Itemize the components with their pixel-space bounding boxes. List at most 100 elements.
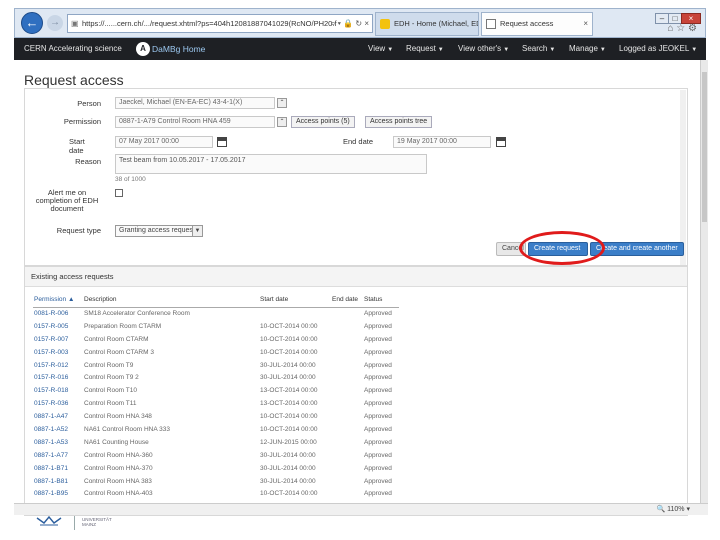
permission-cell[interactable]: 0887-1-A52 xyxy=(33,423,83,436)
existing-requests-header: Existing access requests xyxy=(25,267,687,287)
table-row[interactable]: 0887-1-B71 Control Room HNA-370 30-JUL-201… xyxy=(33,462,399,475)
form-scrollbar[interactable] xyxy=(680,90,686,265)
calendar-icon[interactable] xyxy=(496,137,506,147)
table-row[interactable]: 0157-R-036 Control Room T11 13-OCT-2014 00… xyxy=(33,397,399,410)
description-cell: Control Room T10 xyxy=(84,387,137,395)
nav-view-label: View xyxy=(368,44,386,53)
forward-arrow-icon[interactable]: → xyxy=(47,15,63,31)
nav-search[interactable]: Search ▼ xyxy=(522,44,555,53)
column-header-status[interactable]: Status xyxy=(363,293,399,308)
access-points-button[interactable]: Access points (5) xyxy=(291,116,355,128)
column-header-end-date[interactable]: End date xyxy=(331,293,363,308)
browser-tab-edh-home[interactable]: EDH - Home (Michael, EDKEL) xyxy=(375,12,479,36)
alert-checkbox[interactable] xyxy=(115,189,123,197)
end-date-cell xyxy=(331,320,363,333)
request-type-value: Granting access request xyxy=(119,227,195,234)
settings-gear-icon[interactable]: ⚙ xyxy=(688,23,697,34)
description-cell: Control Room CTARM 3 xyxy=(84,348,154,356)
table-row[interactable]: 0157-R-018 Control Room T10 13-OCT-2014 00… xyxy=(33,384,399,397)
table-row[interactable]: 0081-R-006 SM18 Accelerator Conference Ro… xyxy=(33,307,399,320)
permission-cell[interactable]: 0157-R-036 xyxy=(33,397,83,410)
reason-textarea[interactable]: Test beam from 10.05.2017 - 17.05.2017 xyxy=(115,154,427,174)
permission-cell[interactable]: 0887-1-B95 xyxy=(33,487,83,500)
page-icon: ▣ xyxy=(71,19,79,28)
nav-view[interactable]: View ▼ xyxy=(368,44,393,53)
page-favicon-icon xyxy=(486,19,496,29)
table-row[interactable]: 0887-1-A77 Control Room HNA-360 30-JUL-201… xyxy=(33,449,399,462)
permission-cell[interactable]: 0157-R-007 xyxy=(33,333,83,346)
description-cell: Control Room T9 2 xyxy=(84,374,139,382)
permission-cell[interactable]: 0157-R-018 xyxy=(33,384,83,397)
status-cell: Approved xyxy=(364,438,392,446)
nav-manage[interactable]: Manage ▼ xyxy=(569,44,606,53)
table-row[interactable]: 0157-R-005 Preparation Room CTARM 10-OCT-2… xyxy=(33,320,399,333)
request-type-select[interactable]: Granting access request ▼ xyxy=(115,225,203,237)
chevron-down-icon: ▼ xyxy=(387,47,394,53)
permission-cell[interactable]: 0157-R-012 xyxy=(33,359,83,372)
end-date-cell xyxy=(331,423,363,436)
nav-request[interactable]: Request ▼ xyxy=(406,44,444,53)
description-cell: Preparation Room CTARM xyxy=(84,322,162,330)
home-label: DaMBg Home xyxy=(152,44,206,54)
permission-field[interactable]: 0887-1-A79 Control Room HNA 459 xyxy=(115,116,275,128)
end-date-field[interactable]: 19 May 2017 00:00 xyxy=(393,136,491,148)
table-row[interactable]: 0887-1-B81 Control Room HNA 383 30-JUL-201… xyxy=(33,475,399,488)
browser-tab-request-access[interactable]: Request access × xyxy=(481,12,593,36)
person-lookup-icon[interactable]: ⌃ xyxy=(277,98,287,108)
end-date-cell xyxy=(331,307,363,320)
status-cell: Approved xyxy=(364,425,392,433)
window-controls: – □ × xyxy=(655,8,701,24)
address-bar-icons[interactable]: ⌕ ▾ 🔒 ↻ × xyxy=(331,15,369,32)
person-field[interactable]: Jaeckel, Michael (EN-EA-EC) 43-4-1(X) xyxy=(115,97,275,109)
nav-manage-label: Manage xyxy=(569,44,598,53)
person-label: Person xyxy=(77,99,101,108)
status-cell: Approved xyxy=(364,464,392,472)
permission-cell[interactable]: 0157-R-016 xyxy=(33,371,83,384)
end-date-cell xyxy=(331,475,363,488)
permission-cell[interactable]: 0081-R-006 xyxy=(33,307,83,320)
end-date-cell xyxy=(331,333,363,346)
status-cell: Approved xyxy=(364,490,392,498)
table-row[interactable]: 0887-1-A53 NA61 Counting House 12-JUN-2015… xyxy=(33,436,399,449)
permission-cell[interactable]: 0157-R-003 xyxy=(33,346,83,359)
dambg-home-link[interactable]: A DaMBg Home xyxy=(136,42,205,56)
chevron-down-icon: ▼ xyxy=(192,226,202,236)
page-scrollbar-thumb[interactable] xyxy=(702,72,707,222)
favorites-star-icon[interactable]: ☆ xyxy=(676,23,685,34)
permission-cell[interactable]: 0887-1-A53 xyxy=(33,436,83,449)
page-title: Request access xyxy=(24,72,124,88)
table-row[interactable]: 0157-R-003 Control Room CTARM 3 10-OCT-201… xyxy=(33,346,399,359)
nav-view-others[interactable]: View other's ▼ xyxy=(458,44,509,53)
column-header-permission[interactable]: Permission ▲ xyxy=(33,293,83,308)
permission-cell[interactable]: 0887-1-A47 xyxy=(33,410,83,423)
home-icon[interactable]: ⌂ xyxy=(667,23,673,34)
address-bar[interactable]: ▣ https://......cern.ch/.../request.xhtm… xyxy=(67,14,373,33)
browser-status-bar: 🔍 110% ▾ xyxy=(14,503,708,515)
zoom-level[interactable]: 🔍 110% ▾ xyxy=(656,505,690,513)
column-header-description[interactable]: Description xyxy=(83,293,259,308)
table-row[interactable]: 0157-R-012 Control Room T9 30-JUL-2014 00:… xyxy=(33,359,399,372)
permission-lookup-icon[interactable]: ⌃ xyxy=(277,117,287,127)
nav-logged-user[interactable]: Logged as JEOKEL ▼ xyxy=(619,44,697,53)
start-date-field[interactable]: 07 May 2017 00:00 xyxy=(115,136,213,148)
footer-text-line2: MAINZ xyxy=(82,522,96,527)
table-row[interactable]: 0887-1-A47 Control Room HNA 348 10-OCT-201… xyxy=(33,410,399,423)
table-row[interactable]: 0887-1-B95 Control Room HNA-403 10-OCT-201… xyxy=(33,487,399,500)
page-scrollbar[interactable] xyxy=(700,60,708,504)
permission-cell[interactable]: 0887-1-B81 xyxy=(33,475,83,488)
table-row[interactable]: 0157-R-016 Control Room T9 2 30-JUL-2014 0… xyxy=(33,371,399,384)
close-tab-icon[interactable]: × xyxy=(583,13,588,35)
access-points-tree-button[interactable]: Access points tree xyxy=(365,116,433,128)
description-cell: Control Room HNA-403 xyxy=(84,490,153,498)
back-arrow-icon[interactable]: ← xyxy=(21,12,43,34)
table-row[interactable]: 0887-1-A52 NA61 Control Room HNA 333 10-OC… xyxy=(33,423,399,436)
cern-brand[interactable]: CERN Accelerating science xyxy=(24,44,122,53)
start-date-cell: 10-OCT-2014 00:00 xyxy=(260,335,318,343)
permission-cell[interactable]: 0887-1-A77 xyxy=(33,449,83,462)
calendar-icon[interactable] xyxy=(217,137,227,147)
permission-cell[interactable]: 0887-1-B71 xyxy=(33,462,83,475)
chevron-down-icon: ▼ xyxy=(691,47,698,53)
table-row[interactable]: 0157-R-007 Control Room CTARM 10-OCT-2014 … xyxy=(33,333,399,346)
column-header-start-date[interactable]: Start date xyxy=(259,293,331,308)
permission-cell[interactable]: 0157-R-005 xyxy=(33,320,83,333)
